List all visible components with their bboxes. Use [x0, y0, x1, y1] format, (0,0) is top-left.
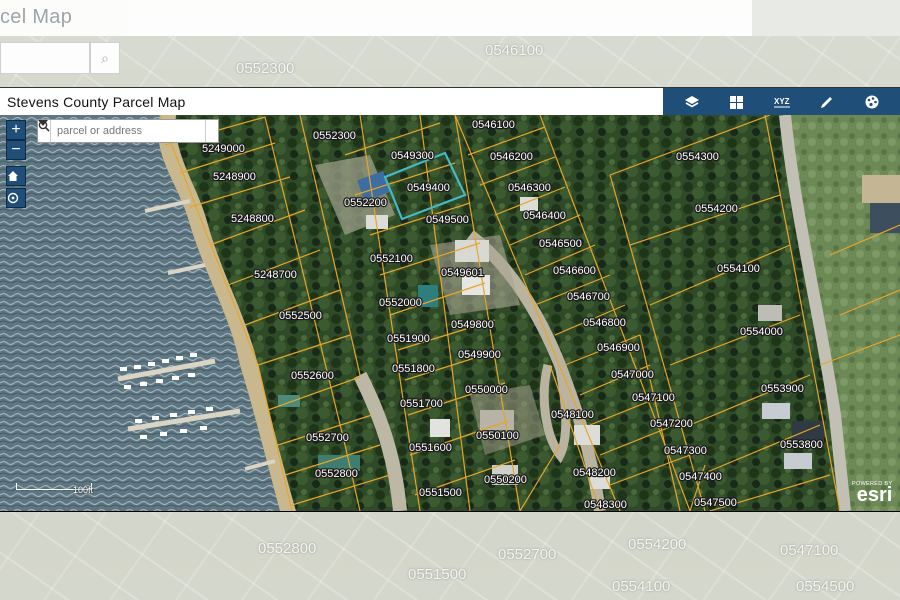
background-parcel-label: 0552300 [236, 60, 295, 77]
parcel-label: 5248800 [231, 213, 274, 225]
map-toolbar: XYZ [663, 88, 900, 116]
search-icon [38, 120, 50, 132]
search-input[interactable] [51, 120, 205, 142]
background-parcel-label: 0554100 [612, 578, 671, 595]
parcel-label: 0552500 [279, 310, 322, 322]
parcel-label: 0549800 [451, 319, 494, 331]
attribution-brand: esri [856, 484, 893, 506]
parcel-label: 0546400 [523, 210, 566, 222]
background-search-icon: ⌕ [90, 42, 120, 74]
parcel-label: 0550000 [465, 384, 508, 396]
xyz-coordinates-icon[interactable]: XYZ [770, 91, 794, 113]
parcel-label: 0554300 [676, 151, 719, 163]
background-parcel-label: 0546100 [485, 42, 544, 59]
parcel-label: 0549400 [407, 182, 450, 194]
parcel-label: 0551900 [387, 333, 430, 345]
parcel-label: 5248900 [213, 171, 256, 183]
map-view[interactable]: 5249000 5248900 5248800 5248700 0552300 … [0, 115, 900, 512]
scale-label: 100ft [73, 485, 94, 495]
parcel-label: 0547400 [679, 471, 722, 483]
parcel-label: 0553800 [780, 439, 823, 451]
esri-logo: POWERED BY esri [852, 481, 893, 506]
parcel-search [37, 119, 219, 143]
parcel-label: 0551600 [409, 442, 452, 454]
aerial-imagery: 5249000 5248900 5248800 5248700 0552300 … [0, 115, 900, 511]
parcel-label: 0554000 [740, 326, 783, 338]
parcel-label: 5248700 [254, 269, 297, 281]
parcel-label: 0552100 [370, 253, 413, 265]
parcel-label: 0546500 [539, 238, 582, 250]
parcel-label: 0552000 [379, 297, 422, 309]
parcel-label: 0552600 [291, 370, 334, 382]
svg-text:XYZ: XYZ [774, 97, 790, 106]
background-toolbar: ◈ [752, 0, 900, 36]
parcel-label: 0552700 [306, 432, 349, 444]
parcel-label: 0549601 [441, 267, 484, 279]
background-title: cel Map [0, 6, 73, 28]
parcel-label: 0548200 [573, 467, 616, 479]
parcel-label: 0547100 [632, 392, 675, 404]
parcel-label: 0553900 [761, 383, 804, 395]
parcel-label: 5249000 [202, 143, 245, 155]
parcel-label: 0547000 [611, 369, 654, 381]
parcel-label: 0547300 [664, 445, 707, 457]
parcel-label: 0554200 [695, 203, 738, 215]
parcel-label: 0549500 [426, 214, 469, 226]
parcel-label: 0547200 [650, 418, 693, 430]
parcel-label: 0546100 [472, 119, 515, 131]
background-parcel-label: 0552800 [258, 540, 317, 557]
background-parcel-label: 0554200 [628, 536, 687, 553]
parcel-label: 0552800 [315, 468, 358, 480]
parcel-label: 0554100 [717, 263, 760, 275]
parcel-label: 0550200 [484, 474, 527, 486]
parcel-label: 0551700 [400, 398, 443, 410]
measure-pencil-icon[interactable] [815, 91, 839, 113]
home-button[interactable] [6, 166, 26, 186]
background-parcel-label: 0551500 [408, 566, 467, 583]
parcel-label: 0549300 [391, 150, 434, 162]
parcel-label: 0549900 [458, 349, 501, 361]
parcel-label: 0552200 [344, 197, 387, 209]
parcel-label: 0546800 [583, 317, 626, 329]
parcel-map-frame: Stevens County Parcel Map XYZ 5249000 52… [0, 87, 900, 512]
locate-icon [7, 192, 19, 204]
zoom-out-button[interactable]: − [6, 140, 26, 160]
parcel-label: 0546200 [490, 151, 533, 163]
background-parcel-label: 0552700 [498, 546, 557, 563]
parcel-label: 0550100 [476, 430, 519, 442]
home-icon [8, 171, 18, 181]
parcel-label: 0551500 [419, 487, 462, 499]
parcel-label: 0546900 [597, 342, 640, 354]
basemap-grid-icon[interactable] [725, 91, 749, 113]
locate-button[interactable] [6, 188, 26, 208]
share-palette-icon[interactable] [860, 91, 884, 113]
parcel-label: 0547500 [694, 497, 737, 509]
app-header: Stevens County Parcel Map XYZ [0, 87, 900, 116]
zoom-in-button[interactable]: + [6, 120, 26, 140]
layers-icon[interactable] [680, 91, 704, 113]
background-header: cel Map [0, 0, 752, 36]
parcel-label: 0546600 [553, 265, 596, 277]
background-parcel-label: 0547100 [780, 542, 839, 559]
search-button[interactable] [38, 120, 218, 142]
background-search-input [0, 42, 90, 74]
parcel-label: 0548300 [584, 499, 627, 511]
app-title: Stevens County Parcel Map [7, 94, 186, 110]
parcel-label: 0546700 [567, 291, 610, 303]
parcel-label: 0548100 [551, 409, 594, 421]
parcel-label: 0552300 [313, 130, 356, 142]
parcel-label: 0551800 [392, 363, 435, 375]
background-parcel-label: 0554500 [796, 578, 855, 595]
parcel-label: 0546300 [508, 182, 551, 194]
